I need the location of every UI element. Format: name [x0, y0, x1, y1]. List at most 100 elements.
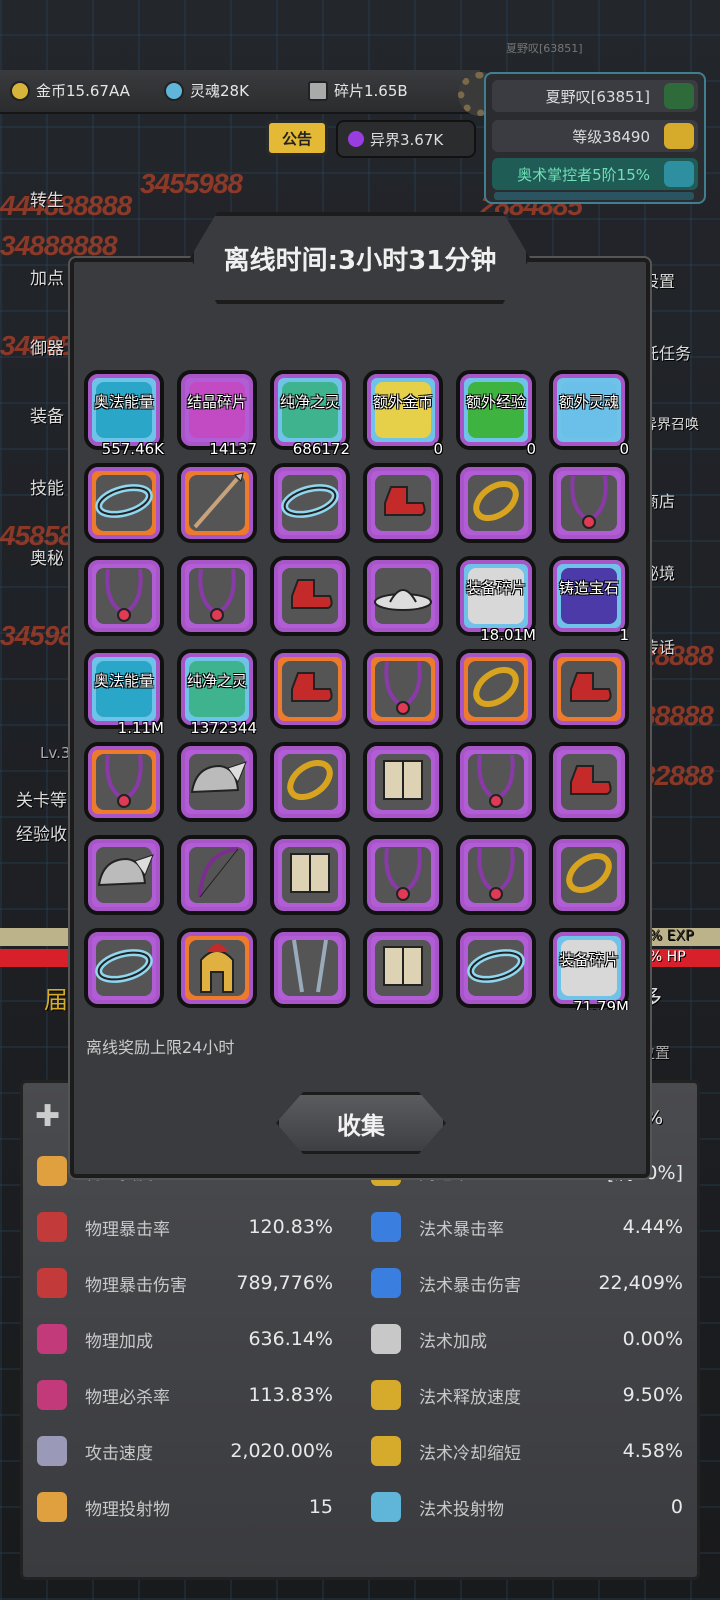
reward-item[interactable]	[456, 835, 536, 915]
menu-artifact[interactable]: 御器	[30, 334, 64, 359]
reward-item[interactable]	[363, 835, 443, 915]
reward-item[interactable]: 装备碎片 18.01M	[456, 556, 536, 644]
ring-icon	[94, 481, 154, 525]
collect-button[interactable]: 收集	[276, 1092, 446, 1154]
reward-item[interactable]	[456, 742, 536, 822]
necklace-icon	[565, 470, 613, 536]
stat-label: 物理加成	[85, 1331, 153, 1352]
reward-item[interactable]	[270, 463, 350, 543]
stat-value: 113.83%	[248, 1384, 333, 1406]
stat-label: 法术投射物	[419, 1499, 504, 1520]
reward-item[interactable]	[549, 742, 629, 822]
necklace-icon	[100, 563, 148, 629]
crown-icon	[664, 123, 694, 149]
reward-item[interactable]	[84, 928, 164, 1008]
menu-summon[interactable]: 异界召唤	[643, 414, 699, 434]
stat-value: 0.00%	[622, 1328, 683, 1350]
reward-item[interactable]	[177, 742, 257, 822]
reward-item[interactable]	[549, 649, 629, 729]
menu-skills[interactable]: 技能	[30, 474, 64, 499]
sword-icon	[37, 1156, 67, 1186]
item-name: 额外经验	[465, 393, 526, 411]
offline-limit-text: 离线奖励上限24小时	[86, 1038, 235, 1057]
reward-item[interactable]	[84, 835, 164, 915]
reward-item[interactable]: 纯净之灵 686172	[270, 370, 350, 458]
reward-item[interactable]: 纯净之灵 1372344	[177, 649, 257, 737]
stat-label: 物理暴击率	[85, 1219, 170, 1240]
stat-row: 法术冷却缩短 4.58%	[371, 1423, 683, 1479]
reward-item[interactable]	[84, 742, 164, 822]
reward-item[interactable]	[177, 556, 257, 636]
item-name: 纯净之灵	[279, 393, 340, 411]
player-tag: 夏野叹[63851]	[506, 42, 583, 55]
reward-item[interactable]: 奥法能量 1.11M	[84, 649, 164, 737]
reward-item[interactable]	[549, 835, 629, 915]
item-name: 奥法能量	[93, 672, 154, 690]
reward-item[interactable]	[270, 649, 350, 729]
reward-item[interactable]	[270, 556, 350, 636]
reward-item[interactable]	[270, 742, 350, 822]
item-name: 额外灵魂	[558, 393, 619, 411]
player-panel[interactable]: 夏野叹[63851] 等级38490 奥术掌控者5阶15%	[484, 72, 706, 204]
spear-icon	[189, 471, 245, 535]
reward-item[interactable]: 装备碎片 71.79M	[549, 928, 629, 1010]
stat-value: 0	[670, 1496, 683, 1518]
gold-ring-icon	[283, 756, 337, 808]
menu-mystery[interactable]: 奥秘	[30, 544, 64, 569]
reward-item[interactable]	[177, 928, 257, 1008]
player-class-row: 奥术掌控者5阶15%	[492, 158, 698, 190]
offline-time-title: 离线时间:3小时31分钟	[223, 245, 497, 276]
otherworld-button[interactable]: 异界3.67K	[336, 120, 476, 158]
cooldown-icon	[371, 1436, 401, 1466]
menu-add-points[interactable]: 加点	[30, 264, 64, 289]
menu-tasks[interactable]: 托任务	[643, 340, 691, 364]
reward-item[interactable]	[456, 928, 536, 1008]
stat-label: 法术释放速度	[419, 1387, 521, 1408]
reward-item[interactable]	[456, 649, 536, 729]
reward-item[interactable]	[84, 463, 164, 543]
modal-title-banner: 离线时间:3小时31分钟	[190, 212, 530, 304]
stat-row: 物理暴击率 120.83%	[37, 1199, 333, 1255]
menu-rebirth[interactable]: 转生	[30, 186, 64, 211]
reward-item[interactable]: 铸造宝石 1	[549, 556, 629, 644]
stat-label: 物理暴击伤害	[85, 1275, 187, 1296]
reward-item[interactable]	[363, 649, 443, 729]
stat-value: 636.14%	[248, 1328, 333, 1350]
reward-item[interactable]	[270, 835, 350, 915]
reward-item[interactable]	[363, 463, 443, 543]
stat-row: 法术释放速度 9.50%	[371, 1367, 683, 1423]
reward-item[interactable]	[363, 928, 443, 1008]
stat-label: 法术暴击率	[419, 1219, 504, 1240]
necklace-icon	[472, 749, 520, 815]
reward-item[interactable]	[177, 835, 257, 915]
flame-icon	[371, 1268, 401, 1298]
attribute-tab[interactable]: 届	[44, 980, 68, 1015]
reward-item[interactable]	[84, 556, 164, 636]
item-count: 14137	[209, 440, 257, 458]
reward-item[interactable]: 额外金币 0	[363, 370, 443, 458]
reward-item[interactable]: 额外经验 0	[456, 370, 536, 458]
reward-item[interactable]	[177, 463, 257, 543]
item-count: 1372344	[190, 719, 257, 737]
notice-button[interactable]: 公告	[266, 120, 328, 156]
menu-equipment[interactable]: 装备	[30, 402, 64, 427]
reward-item[interactable]	[549, 463, 629, 543]
ring-icon	[466, 946, 526, 990]
item-count: 0	[619, 440, 629, 458]
reward-item[interactable]	[363, 556, 443, 636]
reward-item[interactable]	[270, 928, 350, 1008]
stat-row: 物理必杀率 113.83%	[37, 1367, 333, 1423]
item-count: 557.46K	[101, 440, 164, 458]
item-count: 1.11M	[117, 719, 164, 737]
swirl-icon	[664, 161, 694, 187]
reward-item[interactable]: 额外灵魂 0	[549, 370, 629, 458]
cast-speed-icon	[371, 1380, 401, 1410]
reward-item[interactable]: 结晶碎片 14137	[177, 370, 257, 458]
hat-icon	[372, 576, 434, 616]
stat-row: 法术暴击率 4.44%	[371, 1199, 683, 1255]
reward-item[interactable]: 奥法能量 557.46K	[84, 370, 164, 458]
gold-ring-icon	[469, 663, 523, 715]
reward-item[interactable]	[456, 463, 536, 543]
reward-item[interactable]	[363, 742, 443, 822]
plus-icon: ✚	[35, 1099, 61, 1134]
